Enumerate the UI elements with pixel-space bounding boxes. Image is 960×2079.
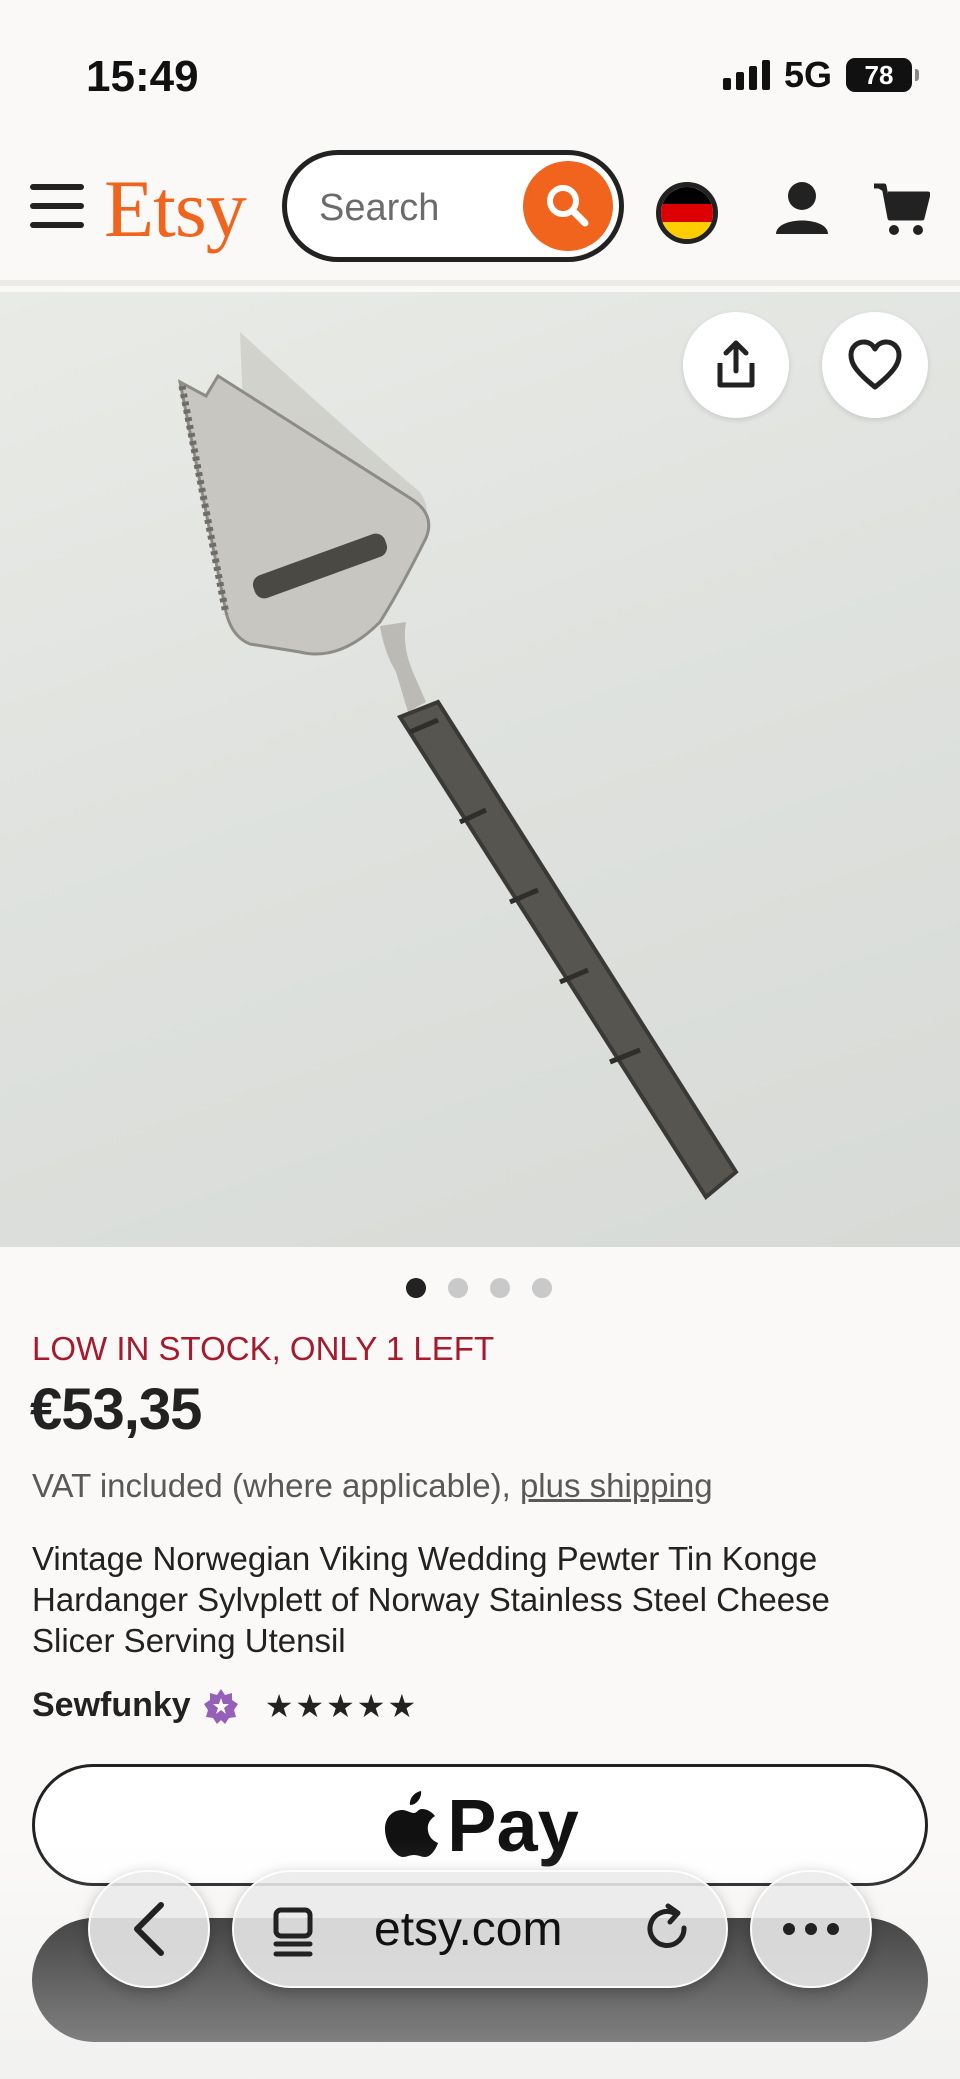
more-button[interactable] <box>750 1870 872 1988</box>
back-button[interactable] <box>88 1870 210 1988</box>
url-text[interactable]: etsy.com <box>374 1902 562 1957</box>
cart-icon[interactable] <box>872 178 931 245</box>
status-time: 15:49 <box>86 52 199 101</box>
status-indicators: 5G 78 <box>722 54 919 96</box>
reload-icon[interactable] <box>640 1902 696 1963</box>
product-price: €53,35 <box>30 1377 202 1442</box>
flag-stripe <box>661 204 713 222</box>
network-label: 5G <box>783 54 832 95</box>
cheese-slicer-image <box>177 332 739 1200</box>
share-button[interactable] <box>683 312 789 418</box>
flag-stripe <box>661 187 713 205</box>
star-icon: ★ <box>264 1687 294 1724</box>
battery-icon: 78 <box>846 58 919 92</box>
search-input[interactable]: Search <box>319 187 439 230</box>
apple-pay-label: Pay <box>447 1783 579 1867</box>
search-bar[interactable]: Search <box>282 150 624 262</box>
vat-note: VAT included (where applicable), plus sh… <box>32 1467 713 1505</box>
search-icon <box>547 185 589 227</box>
heart-icon <box>848 339 902 390</box>
search-button[interactable] <box>523 161 613 251</box>
apple-logo-icon <box>385 1791 439 1857</box>
region-flag-icon[interactable] <box>656 182 718 244</box>
carousel-dot[interactable] <box>406 1278 426 1298</box>
apple-pay-button[interactable]: Pay <box>32 1764 928 1886</box>
tab-overview-icon[interactable] <box>270 1906 322 1963</box>
carousel-dot[interactable] <box>490 1278 510 1298</box>
address-bar[interactable]: etsy.com <box>232 1870 728 1988</box>
more-icon <box>783 1923 839 1935</box>
signal-icon <box>722 60 770 90</box>
star-icon: ★ <box>356 1687 386 1724</box>
shipping-link[interactable]: plus shipping <box>520 1467 713 1504</box>
carousel-dot[interactable] <box>532 1278 552 1298</box>
carousel-dot[interactable] <box>448 1278 468 1298</box>
vat-text: VAT included (where applicable), <box>32 1467 511 1504</box>
flag-stripe <box>661 221 713 239</box>
share-icon <box>717 340 755 388</box>
star-seller-badge-icon <box>203 1688 238 1724</box>
menu-icon[interactable] <box>30 184 84 228</box>
chevron-left-icon <box>134 1902 164 1956</box>
status-bar: 15:49 5G 78 <box>0 0 960 140</box>
star-icon: ★ <box>326 1687 355 1724</box>
favorite-button[interactable] <box>822 312 928 418</box>
seller-info: Sewfunky ★ ★ ★ ★ ★ <box>32 1686 416 1725</box>
rating-stars: ★ ★ ★ ★ ★ <box>265 1687 416 1725</box>
product-title: Vintage Norwegian Viking Wedding Pewter … <box>32 1540 830 1659</box>
account-icon[interactable] <box>772 178 832 245</box>
product-image[interactable] <box>0 292 960 1247</box>
site-header: Etsy Search <box>0 140 960 286</box>
star-icon: ★ <box>295 1687 325 1724</box>
stock-notice: LOW IN STOCK, ONLY 1 LEFT <box>32 1330 495 1367</box>
image-carousel-indicator[interactable] <box>406 1278 552 1298</box>
seller-name[interactable]: Sewfunky <box>32 1686 191 1725</box>
star-icon: ★ <box>387 1687 417 1724</box>
browser-toolbar: etsy.com <box>0 1870 960 1990</box>
etsy-logo[interactable]: Etsy <box>104 162 247 256</box>
